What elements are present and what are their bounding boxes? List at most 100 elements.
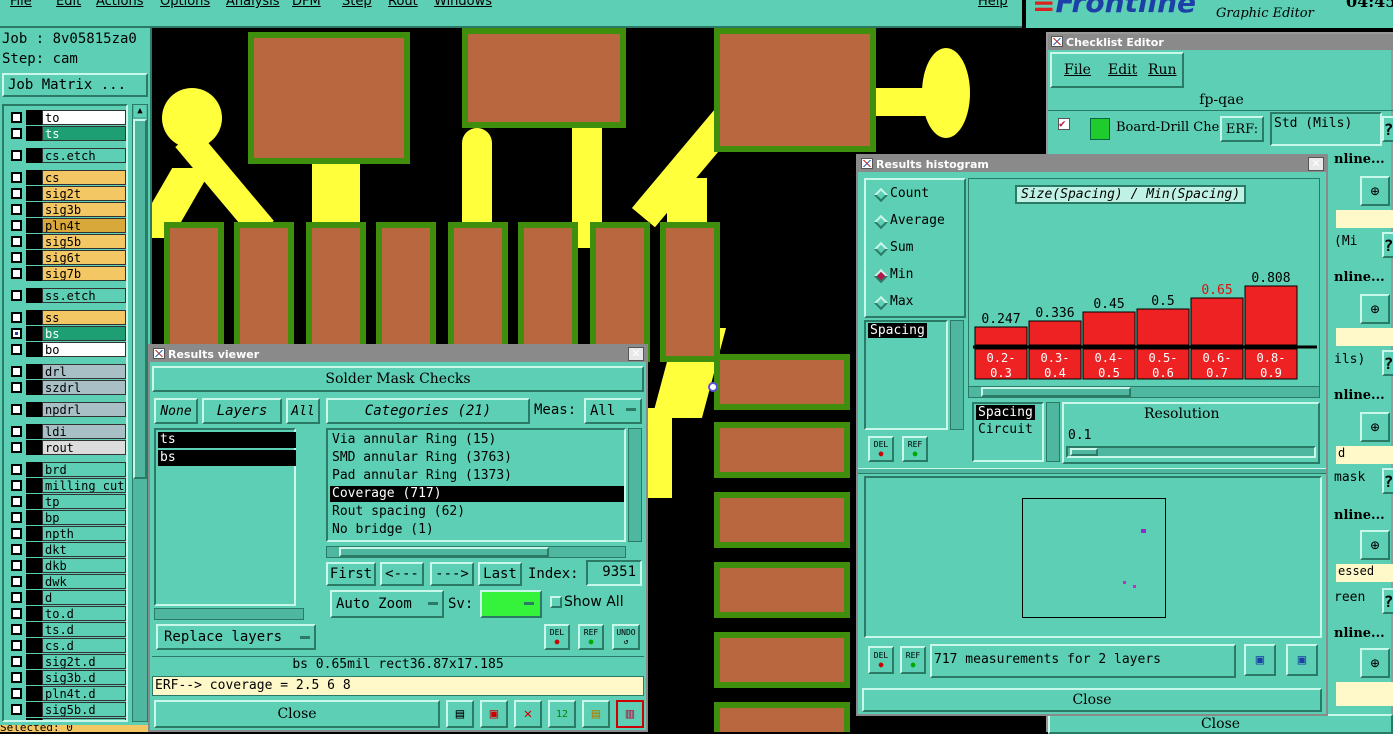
layer-affected-indicator[interactable]: [26, 148, 42, 163]
layer-row-ss-etch[interactable]: ss.etch: [8, 288, 126, 303]
import-icon[interactable]: ▣: [1286, 644, 1318, 676]
layer-row-npth[interactable]: npth: [8, 526, 126, 541]
category-item[interactable]: Rout spacing (62): [330, 504, 624, 520]
menu-edit[interactable]: Edit: [56, 0, 81, 9]
del-button[interactable]: DEL ●: [544, 624, 570, 650]
layer-row-cs-etch[interactable]: cs.etch: [8, 148, 126, 163]
layer-affected-indicator[interactable]: [26, 462, 42, 477]
menu-step[interactable]: Step: [342, 0, 372, 9]
category-list[interactable]: Via annular Ring (15) SMD annular Ring (3…: [326, 428, 626, 542]
help-button[interactable]: ?: [1382, 588, 1393, 614]
histogram-icon[interactable]: ▥: [616, 700, 644, 728]
layer-affected-indicator[interactable]: [26, 574, 42, 589]
layer-checkbox[interactable]: [11, 608, 22, 619]
menu-options[interactable]: Options: [160, 0, 210, 9]
layer-row-pln4t[interactable]: pln4t: [8, 218, 126, 233]
last-button[interactable]: Last: [478, 562, 522, 586]
layer-affected-indicator[interactable]: [26, 186, 42, 201]
category-vscrollbar[interactable]: [628, 428, 642, 542]
scroll-thumb[interactable]: [339, 547, 549, 557]
layer-hscrollbar[interactable]: [154, 608, 304, 620]
zoom-in-icon[interactable]: ⊕: [1360, 294, 1390, 324]
layer-affected-indicator[interactable]: [26, 342, 42, 357]
none-button[interactable]: None: [154, 398, 198, 424]
layer-row-to[interactable]: to: [8, 110, 126, 125]
zoom-in-icon[interactable]: ⊕: [1360, 176, 1390, 206]
replace-layers-select[interactable]: Replace layers: [156, 624, 316, 650]
layer-affected-indicator[interactable]: [26, 590, 42, 605]
radio-min[interactable]: [873, 268, 889, 284]
layer-checkbox[interactable]: [11, 150, 22, 161]
layer-row-dwk[interactable]: dwk: [8, 574, 126, 589]
help-button[interactable]: ?: [1382, 232, 1393, 258]
layer-row-milling-cutt[interactable]: milling_cutt: [8, 478, 126, 493]
radio-max[interactable]: [873, 295, 889, 311]
checklist-row-checkbox[interactable]: ✔: [1058, 118, 1070, 130]
layer-checkbox[interactable]: [11, 720, 22, 722]
layer-affected-indicator[interactable]: [26, 170, 42, 185]
category-item[interactable]: Pad annular Ring (1373): [330, 468, 624, 484]
zoom-in-icon[interactable]: ⊕: [1360, 530, 1390, 560]
layer-row-ts[interactable]: ts: [8, 126, 126, 141]
histogram-bar[interactable]: [1028, 320, 1082, 346]
layer-checkbox[interactable]: [11, 382, 22, 393]
layer-affected-indicator[interactable]: [26, 234, 42, 249]
layer-row-ss[interactable]: ss: [8, 310, 126, 325]
layer-list[interactable]: to ts cs.etch cs sig2t sig3b pln4t sig5b sig6t si…: [2, 104, 128, 722]
menu-file[interactable]: File: [10, 0, 32, 9]
layer-checkbox[interactable]: [11, 656, 22, 667]
index-input[interactable]: 9351: [586, 560, 642, 586]
layer-row-ldi[interactable]: ldi: [8, 424, 126, 439]
layer-row-sig3b[interactable]: sig3b: [8, 202, 126, 217]
layer-row-sig5b-d[interactable]: sig5b.d: [8, 702, 126, 717]
layer-row-sig2t[interactable]: sig2t: [8, 186, 126, 201]
layer-affected-indicator[interactable]: [26, 218, 42, 233]
layer-checkbox[interactable]: [11, 344, 22, 355]
histogram-bar[interactable]: [1136, 308, 1190, 346]
layer-checkbox[interactable]: [11, 236, 22, 247]
layer-affected-indicator[interactable]: [26, 310, 42, 325]
layer-row-npdrl[interactable]: npdrl: [8, 402, 126, 417]
metric-list-scrollbar[interactable]: [1046, 402, 1060, 462]
menu-windows[interactable]: Windows: [434, 0, 492, 9]
layer-row-bs[interactable]: bs: [8, 326, 126, 341]
layer-checkbox[interactable]: [11, 528, 22, 539]
layer-checkbox[interactable]: [11, 576, 22, 587]
job-matrix-button[interactable]: Job Matrix ...: [2, 73, 148, 97]
categories-button[interactable]: Categories (21): [326, 398, 530, 424]
layer-row-bo[interactable]: bo: [8, 342, 126, 357]
layer-checkbox[interactable]: [11, 128, 22, 139]
histogram-bar[interactable]: [974, 326, 1028, 346]
checklist-menu-run[interactable]: Run: [1148, 62, 1177, 78]
layer-affected-indicator[interactable]: [26, 364, 42, 379]
close-icon[interactable]: ✕: [1308, 157, 1324, 171]
histogram-bar[interactable]: [1082, 311, 1136, 346]
ref-button[interactable]: REF ●: [902, 436, 928, 462]
del-button[interactable]: DEL ●: [868, 646, 894, 674]
layer-affected-indicator[interactable]: [26, 202, 42, 217]
viewer-layer-item[interactable]: bs: [158, 450, 296, 466]
layer-affected-indicator[interactable]: [26, 526, 42, 541]
layer-checkbox[interactable]: [11, 592, 22, 603]
layer-affected-indicator[interactable]: [26, 424, 42, 439]
layer-affected-indicator[interactable]: [26, 380, 42, 395]
window-menu-icon[interactable]: [153, 348, 165, 359]
measure-list[interactable]: Spacing: [864, 320, 948, 430]
help-button[interactable]: ?: [1382, 468, 1393, 494]
radio-sum[interactable]: [873, 241, 889, 257]
layer-row-cs[interactable]: cs: [8, 170, 126, 185]
histogram-bar[interactable]: [1244, 285, 1298, 346]
layer-affected-indicator[interactable]: [26, 638, 42, 653]
viewer-layer-list[interactable]: ts bs: [154, 428, 296, 606]
menu-help[interactable]: Help: [978, 0, 1008, 9]
layer-affected-indicator[interactable]: [26, 606, 42, 621]
show-all-checkbox[interactable]: [550, 596, 562, 608]
ref-button[interactable]: REF ●: [900, 646, 926, 674]
histogram-bar[interactable]: [1190, 297, 1244, 346]
std-field[interactable]: Std (Mils): [1270, 112, 1382, 146]
layer-row-to-d[interactable]: to.d: [8, 606, 126, 621]
layer-affected-indicator[interactable]: [26, 326, 42, 341]
layer-checkbox[interactable]: [11, 188, 22, 199]
export-icon[interactable]: ▣: [480, 700, 508, 728]
all-button[interactable]: All: [286, 398, 320, 424]
